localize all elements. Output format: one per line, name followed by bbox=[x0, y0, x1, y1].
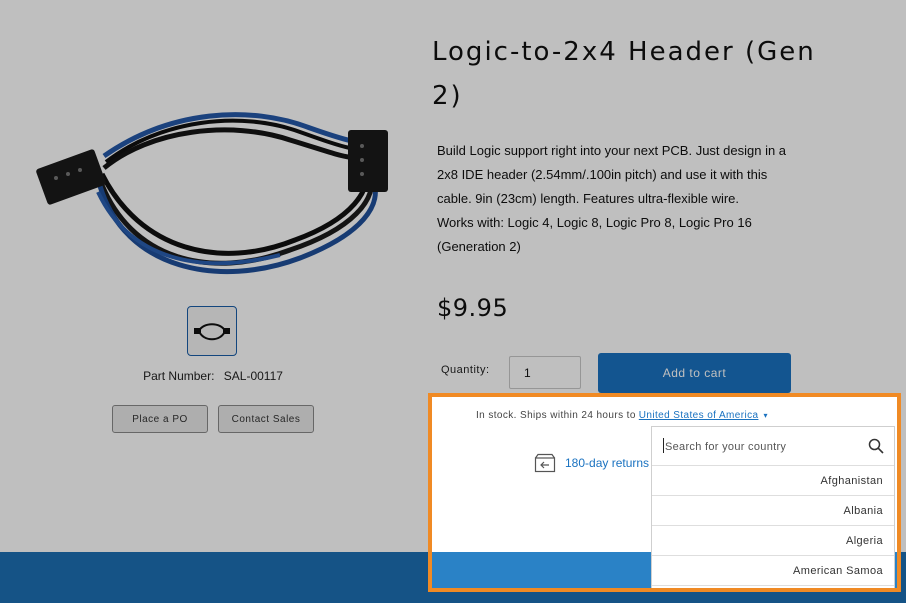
country-selector-link[interactable]: United States of America bbox=[639, 410, 759, 421]
country-dropdown[interactable]: Afghanistan Albania Algeria American Sam… bbox=[651, 426, 895, 588]
country-search-input[interactable] bbox=[663, 427, 857, 466]
country-option[interactable]: American Samoa bbox=[652, 556, 894, 586]
stock-status: In stock. Ships within 24 hours to United… bbox=[476, 410, 768, 421]
returns-text: 180-day returns bbox=[565, 456, 650, 470]
country-option[interactable]: Albania bbox=[652, 496, 894, 526]
shipping-highlight-region: In stock. Ships within 24 hours to United… bbox=[428, 393, 901, 592]
country-search-row[interactable] bbox=[652, 427, 894, 466]
returns-info[interactable]: 180-day returns bbox=[534, 453, 649, 473]
country-option[interactable]: Afghanistan bbox=[652, 466, 894, 496]
text-cursor bbox=[663, 438, 664, 453]
country-option[interactable]: Algeria bbox=[652, 526, 894, 556]
chevron-down-icon[interactable]: ▾ bbox=[763, 411, 767, 420]
return-box-icon bbox=[534, 453, 556, 473]
stock-text: In stock. Ships within 24 hours to bbox=[476, 410, 636, 421]
search-icon[interactable] bbox=[868, 438, 884, 454]
